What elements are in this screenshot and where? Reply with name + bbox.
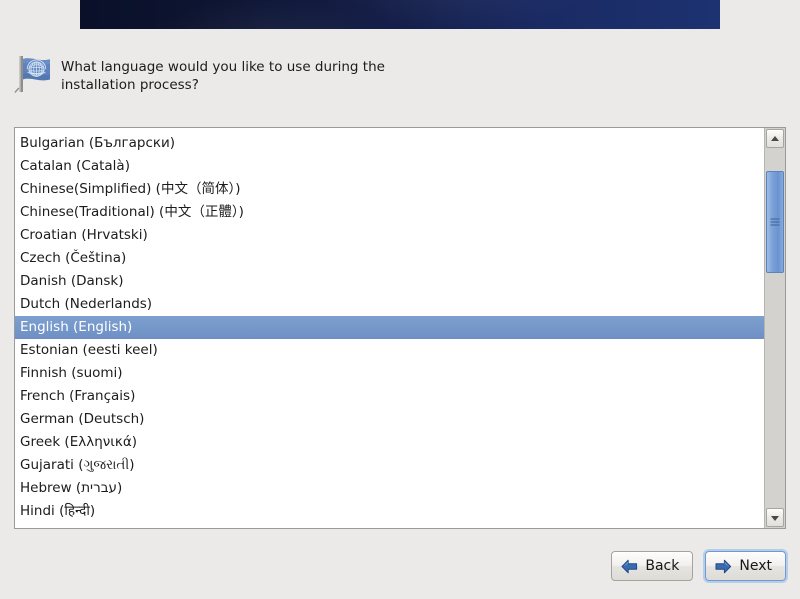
list-item[interactable]: Croatian (Hrvatski)	[15, 224, 764, 247]
language-flag-icon	[12, 52, 56, 96]
list-item[interactable]: Bulgarian (Български)	[15, 132, 764, 155]
scroll-down-button[interactable]	[766, 508, 784, 527]
list-item[interactable]: Gujarati (ગુજરાતી)	[15, 454, 764, 477]
list-item[interactable]: Dutch (Nederlands)	[15, 293, 764, 316]
list-item[interactable]: Catalan (Català)	[15, 155, 764, 178]
chevron-up-icon	[771, 135, 779, 141]
list-item[interactable]: German (Deutsch)	[15, 408, 764, 431]
scrollbar-grip-icon	[770, 218, 780, 226]
list-item[interactable]: Finnish (suomi)	[15, 362, 764, 385]
list-item[interactable]: Danish (Dansk)	[15, 270, 764, 293]
back-button[interactable]: Back	[611, 551, 694, 581]
arrow-left-icon	[621, 559, 638, 574]
scrollbar-thumb[interactable]	[766, 171, 784, 273]
list-item[interactable]: Chinese(Traditional) (中文（正體）)	[15, 201, 764, 224]
language-list: Bulgarian (Български) Catalan (Català) Chi…	[15, 128, 764, 523]
footer-buttons: Back Next	[0, 551, 786, 581]
vertical-scrollbar[interactable]	[764, 128, 785, 528]
title-banner	[80, 0, 720, 29]
list-item[interactable]: French (Français)	[15, 385, 764, 408]
scrollbar-track[interactable]	[765, 149, 785, 507]
prompt-row: What language would you like to use duri…	[12, 52, 612, 96]
list-item[interactable]: Hindi (हिन्दी)	[15, 500, 764, 523]
language-list-viewport[interactable]: Bulgarian (Български) Catalan (Català) Chi…	[15, 128, 764, 528]
banner-sheen	[80, 0, 720, 29]
scroll-up-button[interactable]	[766, 129, 784, 148]
list-item[interactable]: Greek (Ελληνικά)	[15, 431, 764, 454]
list-item[interactable]: Hebrew (עברית)	[15, 477, 764, 500]
prompt-text: What language would you like to use duri…	[61, 59, 385, 93]
next-button[interactable]: Next	[705, 551, 786, 581]
list-item[interactable]: English (English)	[15, 316, 764, 339]
language-listbox[interactable]: Bulgarian (Български) Catalan (Català) Chi…	[14, 127, 786, 529]
arrow-right-icon	[715, 559, 732, 574]
list-item[interactable]: Estonian (eesti keel)	[15, 339, 764, 362]
list-item[interactable]: Czech (Čeština)	[15, 247, 764, 270]
back-button-label: Back	[645, 558, 680, 574]
next-button-label: Next	[739, 558, 772, 574]
chevron-down-icon	[771, 515, 779, 521]
list-item[interactable]: Chinese(Simplified) (中文（简体）)	[15, 178, 764, 201]
